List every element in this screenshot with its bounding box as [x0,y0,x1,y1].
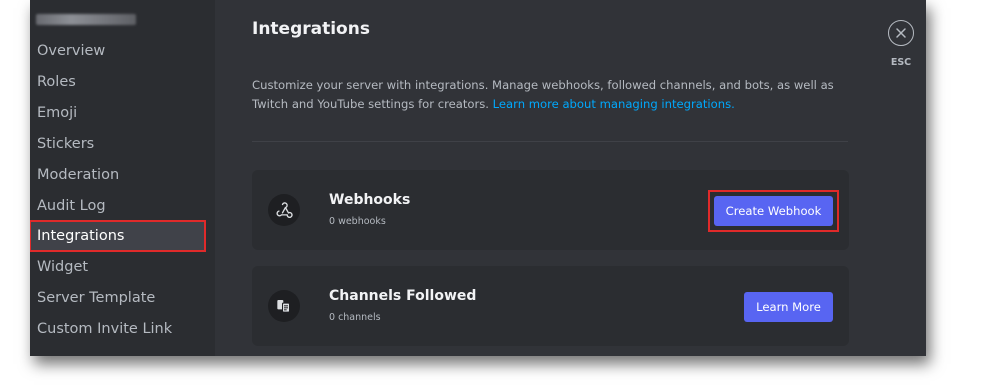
page-title: Integrations [252,19,370,39]
sidebar-item-moderation[interactable]: Moderation [30,160,205,190]
webhooks-card: Webhooks 0 webhooks Create Webhook [252,170,849,250]
sidebar-item-stickers[interactable]: Stickers [30,129,205,159]
webhook-icon [268,194,300,226]
esc-label: ESC [890,57,912,68]
webhooks-title: Webhooks [329,192,411,208]
webhooks-count: 0 webhooks [329,216,386,227]
sidebar-item-widget[interactable]: Widget [30,252,205,282]
integrations-content: Integrations Customize your server with … [252,0,852,356]
channels-followed-title: Channels Followed [329,288,477,304]
sidebar-item-roles[interactable]: Roles [30,67,205,97]
server-name-redacted [36,14,136,25]
sidebar-item-custom-invite-link[interactable]: Custom Invite Link [30,314,205,344]
close-icon [896,28,906,38]
server-settings-window: Overview Roles Emoji Stickers Moderation… [30,0,926,356]
sidebar-item-server-template[interactable]: Server Template [30,283,205,313]
channels-followed-card: Channels Followed 0 channels Learn More [252,266,849,346]
sidebar-item-overview[interactable]: Overview [30,36,205,66]
sidebar-item-audit-log[interactable]: Audit Log [30,191,205,221]
channels-followed-icon [268,290,300,322]
sidebar-item-integrations[interactable]: Integrations [30,220,206,252]
settings-sidebar: Overview Roles Emoji Stickers Moderation… [30,0,215,356]
integrations-description: Customize your server with integrations.… [252,76,852,114]
section-divider [252,141,848,142]
learn-more-button[interactable]: Learn More [744,292,833,322]
channels-followed-count: 0 channels [329,312,381,323]
create-webhook-button[interactable]: Create Webhook [714,196,833,226]
sidebar-item-emoji[interactable]: Emoji [30,98,205,128]
close-button[interactable] [888,20,914,46]
learn-more-integrations-link[interactable]: Learn more about managing integrations. [493,97,735,111]
